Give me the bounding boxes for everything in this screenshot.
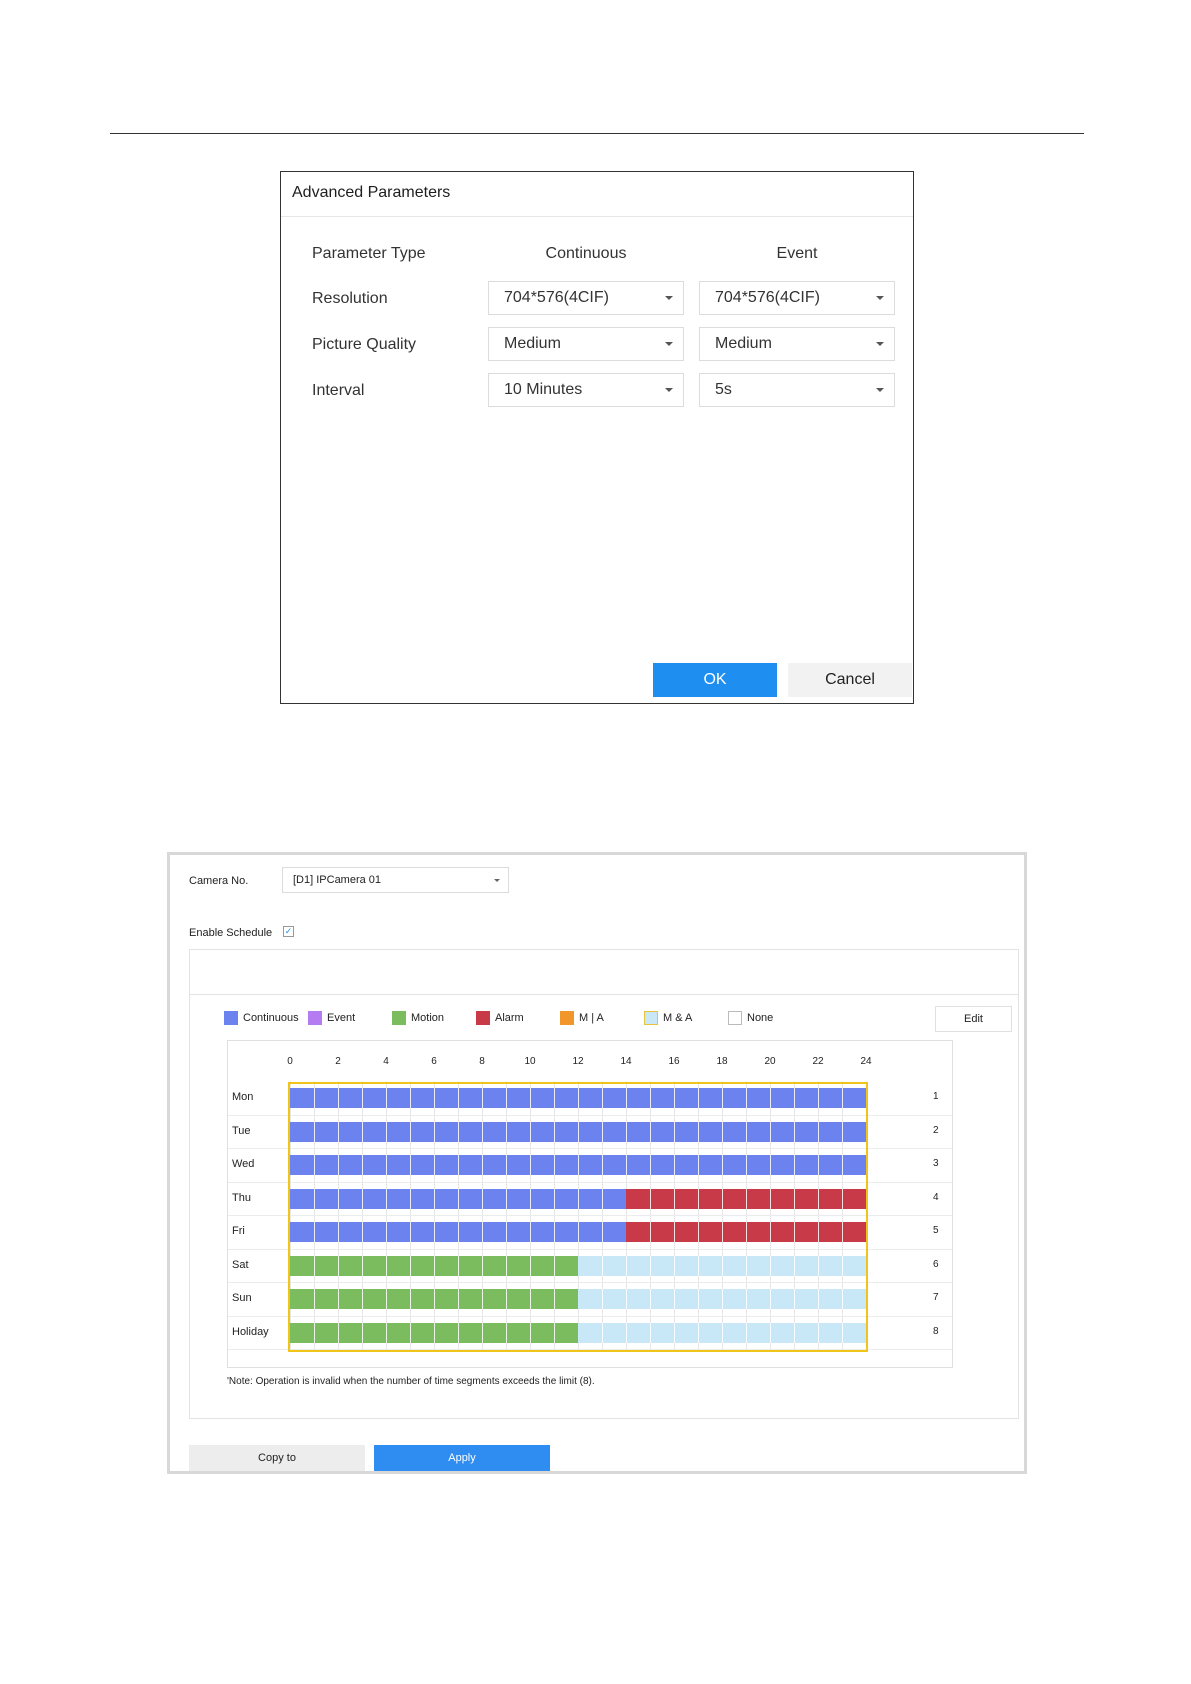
hour-tick-label: 24 [860, 1056, 872, 1067]
enable-schedule-checkbox[interactable]: ✓ [283, 926, 294, 937]
hour-tick-label: 20 [764, 1056, 776, 1067]
hour-tick-label: 10 [524, 1056, 536, 1067]
hour-tick-label: 22 [812, 1056, 824, 1067]
event-interval-select[interactable]: 5s [699, 373, 895, 407]
checkmark-icon: ✓ [284, 926, 293, 936]
legend-swatch [560, 1011, 574, 1025]
segment-count: 7 [933, 1292, 939, 1303]
select-value: 5s [715, 381, 732, 398]
enable-schedule-label: Enable Schedule [189, 927, 273, 939]
continuous-resolution-select[interactable]: 704*576(4CIF) [488, 281, 684, 315]
chevron-down-icon [665, 296, 673, 300]
day-label: Fri [232, 1225, 245, 1237]
day-label: Sun [232, 1292, 252, 1304]
dialog-title-divider [281, 216, 913, 217]
hour-tick-label: 4 [383, 1056, 389, 1067]
chevron-down-icon [876, 342, 884, 346]
segment-count: 5 [933, 1225, 939, 1236]
legend-swatch [644, 1011, 658, 1025]
schedule-grid[interactable]: 0 2 4 6 8 10 12 14 16 18 20 22 24 Mon 1 Tue 2 Wed 3 Thu 4 Fri… [227, 1040, 953, 1368]
legend-label: M | A [579, 1012, 604, 1024]
legend-item[interactable]: M | A [560, 1011, 604, 1025]
event-picture-quality-select[interactable]: Medium [699, 327, 895, 361]
interval-label: Interval [312, 382, 365, 399]
legend-item[interactable]: None [728, 1011, 773, 1025]
legend-label: Event [327, 1012, 356, 1024]
advanced-parameters-dialog: Advanced Parameters Parameter Type Conti… [280, 171, 914, 704]
legend-label: M & A [663, 1012, 693, 1024]
segment-count: 8 [933, 1325, 939, 1337]
chevron-down-icon [665, 342, 673, 346]
select-value: 704*576(4CIF) [715, 289, 820, 306]
legend-item[interactable]: Alarm [476, 1011, 524, 1025]
hour-tick-label: 16 [668, 1056, 680, 1067]
select-value: 704*576(4CIF) [504, 289, 609, 306]
segment-count: 3 [933, 1158, 939, 1169]
select-value: Medium [715, 335, 772, 352]
resolution-label: Resolution [312, 290, 388, 307]
apply-button[interactable]: Apply [374, 1445, 550, 1471]
day-label: Wed [232, 1158, 255, 1170]
chevron-down-icon [665, 388, 673, 392]
legend-item[interactable]: M & A [644, 1011, 692, 1025]
select-value: 10 Minutes [504, 381, 583, 398]
hour-tick-label: 14 [620, 1056, 632, 1067]
day-label: Tue [232, 1124, 251, 1137]
edit-button[interactable]: Edit [935, 1006, 1012, 1032]
camera-no-label: Camera No. [189, 875, 249, 887]
legend-item[interactable]: Continuous [224, 1011, 299, 1025]
day-label: Mon [232, 1091, 254, 1103]
legend-swatch [476, 1011, 490, 1025]
legend-label: Motion [411, 1012, 445, 1024]
chevron-down-icon [494, 879, 500, 882]
legend-swatch [728, 1011, 742, 1025]
segment-count: 4 [933, 1191, 939, 1203]
dialog-title: Advanced Parameters [292, 184, 451, 201]
day-label: Thu [232, 1191, 251, 1204]
parameter-type-header: Parameter Type [312, 245, 426, 262]
hour-tick-label: 0 [287, 1056, 293, 1067]
legend-label: Alarm [495, 1012, 524, 1024]
legend-swatch [308, 1011, 322, 1025]
recording-schedule-panel: Camera No. [D1] IPCamera 01 Enable Sched… [167, 852, 1027, 1474]
legend-swatch [224, 1011, 238, 1025]
day-label: Holiday [232, 1325, 269, 1338]
hour-tick-label: 8 [479, 1056, 485, 1067]
hour-tick-label: 2 [335, 1056, 341, 1067]
hour-tick-label: 12 [572, 1056, 584, 1067]
continuous-column-header: Continuous [545, 245, 627, 262]
page-header-rule [110, 133, 1084, 134]
picture-quality-label: Picture Quality [312, 336, 417, 353]
selection-frame [288, 1082, 868, 1352]
segment-count: 6 [933, 1258, 939, 1270]
continuous-interval-select[interactable]: 10 Minutes [488, 373, 684, 407]
hour-tick-label: 18 [716, 1056, 728, 1067]
legend-item[interactable]: Motion [392, 1011, 444, 1025]
legend-label: Continuous [243, 1012, 299, 1024]
camera-select-value: [D1] IPCamera 01 [293, 874, 382, 886]
continuous-picture-quality-select[interactable]: Medium [488, 327, 684, 361]
day-label: Sat [232, 1258, 249, 1271]
segment-count: 2 [933, 1124, 939, 1136]
camera-select[interactable]: [D1] IPCamera 01 [282, 867, 509, 893]
schedule-editor: Continuous Event Motion Alarm M | A M & A None… [189, 949, 1019, 1419]
legend-label: None [747, 1012, 774, 1024]
time-segment-note: 'Note: Operation is invalid when the num… [227, 1376, 595, 1387]
hour-tick-label: 6 [431, 1056, 437, 1067]
chevron-down-icon [876, 388, 884, 392]
event-column-header: Event [776, 245, 818, 262]
chevron-down-icon [876, 296, 884, 300]
legend-swatch [392, 1011, 406, 1025]
schedule-editor-divider [190, 994, 1018, 995]
segment-count: 1 [933, 1091, 939, 1102]
copy-to-button[interactable]: Copy to [189, 1445, 365, 1471]
ok-button[interactable]: OK [653, 663, 777, 697]
select-value: Medium [504, 335, 561, 352]
event-resolution-select[interactable]: 704*576(4CIF) [699, 281, 895, 315]
cancel-button[interactable]: Cancel [788, 663, 912, 697]
legend-item[interactable]: Event [308, 1011, 355, 1025]
